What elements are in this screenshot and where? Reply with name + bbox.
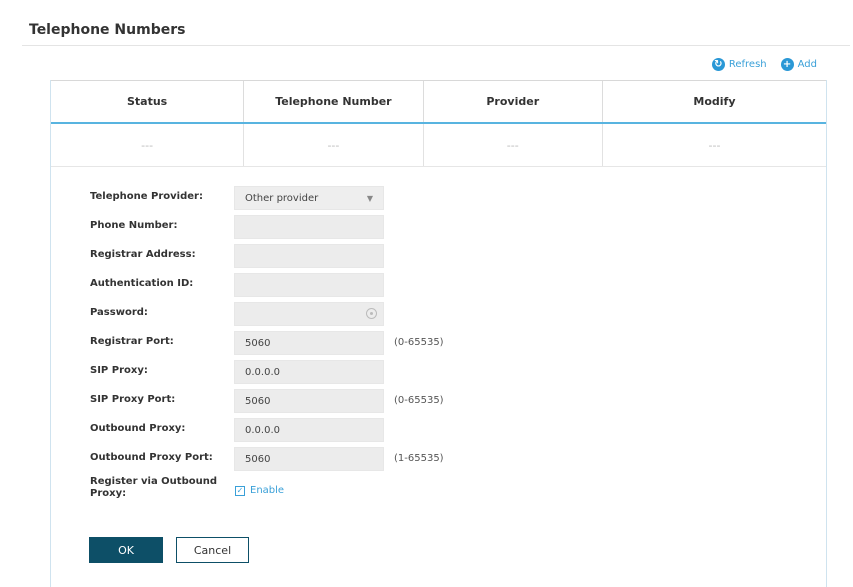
sip-proxy-port-label: SIP Proxy Port:	[90, 394, 176, 405]
authentication-id-input[interactable]	[234, 273, 384, 297]
refresh-label: Refresh	[728, 59, 767, 70]
table-header-row: Status Telephone Number Provider Modify	[51, 80, 826, 124]
password-input[interactable]	[234, 302, 384, 326]
telephone-provider-label: Telephone Provider:	[90, 191, 203, 202]
column-header-modify[interactable]: Modify	[601, 80, 826, 124]
phone-number-label: Phone Number:	[90, 220, 178, 231]
sip-proxy-port-row: SIP Proxy Port: 5060 (0-65535)	[90, 389, 490, 413]
password-row: Password:	[90, 302, 490, 326]
registrar-port-row: Registrar Port: 5060 (0-65535)	[90, 331, 490, 355]
sip-proxy-label: SIP Proxy:	[90, 365, 148, 376]
enable-label: Enable	[250, 485, 285, 496]
registrar-address-row: Registrar Address:	[90, 244, 490, 268]
password-label: Password:	[90, 307, 148, 318]
ok-button[interactable]: OK	[89, 537, 163, 563]
outbound-proxy-port-label: Outbound Proxy Port:	[90, 452, 213, 463]
register-via-outbound-row: Register via Outbound Proxy: ✓ Enable	[90, 474, 490, 506]
title-divider	[22, 45, 850, 46]
chevron-down-icon: ▼	[366, 194, 373, 203]
outbound-proxy-input[interactable]: 0.0.0.0	[234, 418, 384, 442]
table-cell: ---	[51, 123, 244, 167]
telephone-provider-select[interactable]: Other provider ▼	[234, 186, 384, 210]
phone-number-input[interactable]	[234, 215, 384, 239]
outbound-proxy-port-input[interactable]: 5060	[234, 447, 384, 471]
refresh-button[interactable]: ↻ Refresh	[711, 58, 767, 71]
column-header-provider[interactable]: Provider	[422, 80, 603, 124]
table-cell: ---	[243, 123, 424, 167]
registrar-address-label: Registrar Address:	[90, 249, 196, 260]
add-button[interactable]: + Add	[780, 58, 817, 71]
checkbox-checked-icon[interactable]: ✓	[235, 485, 245, 496]
telephone-provider-row: Telephone Provider: Other provider ▼	[90, 186, 490, 210]
authentication-id-label: Authentication ID:	[90, 278, 194, 289]
authentication-id-row: Authentication ID:	[90, 273, 490, 297]
phone-number-row: Phone Number:	[90, 215, 490, 239]
sip-proxy-port-range-hint: (0-65535)	[394, 395, 444, 406]
table-toolbar: ↻ Refresh + Add	[711, 58, 817, 71]
registrar-address-input[interactable]	[234, 244, 384, 268]
telephone-table: Status Telephone Number Provider Modify …	[51, 80, 826, 167]
sip-proxy-port-input[interactable]: 5060	[234, 389, 384, 413]
telephone-provider-value: Other provider	[245, 193, 319, 204]
telephone-panel: Status Telephone Number Provider Modify …	[50, 80, 827, 587]
column-header-telephone-number[interactable]: Telephone Number	[243, 80, 424, 124]
table-cell: ---	[601, 123, 826, 167]
outbound-proxy-port-row: Outbound Proxy Port: 5060 (1-65535)	[90, 447, 490, 471]
refresh-icon: ↻	[711, 58, 725, 71]
table-cell: ---	[422, 123, 603, 167]
sip-proxy-row: SIP Proxy: 0.0.0.0	[90, 360, 490, 384]
outbound-proxy-label: Outbound Proxy:	[90, 423, 186, 434]
outbound-proxy-row: Outbound Proxy: 0.0.0.0	[90, 418, 490, 442]
sip-proxy-input[interactable]: 0.0.0.0	[234, 360, 384, 384]
registrar-port-range-hint: (0-65535)	[394, 337, 444, 348]
add-label: Add	[797, 59, 817, 70]
register-via-outbound-toggle[interactable]: ✓ Enable	[235, 485, 284, 496]
eye-icon[interactable]	[366, 308, 377, 319]
outbound-proxy-port-range-hint: (1-65535)	[394, 453, 444, 464]
table-row: --- --- --- ---	[51, 123, 826, 167]
column-header-status[interactable]: Status	[51, 80, 244, 124]
register-via-outbound-label: Register via Outbound Proxy:	[90, 476, 217, 499]
registrar-port-input[interactable]: 5060	[234, 331, 384, 355]
cancel-button[interactable]: Cancel	[176, 537, 249, 563]
add-icon: +	[780, 58, 794, 71]
page-title: Telephone Numbers	[29, 22, 186, 38]
registrar-port-label: Registrar Port:	[90, 336, 174, 347]
